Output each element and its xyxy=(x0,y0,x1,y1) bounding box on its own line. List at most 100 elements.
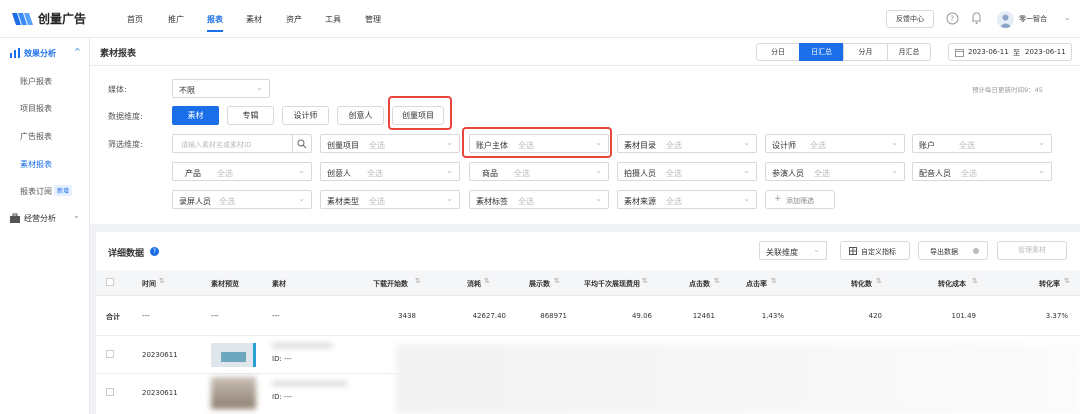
avatar[interactable] xyxy=(997,11,1014,28)
filter-project[interactable]: 创量项目 全选 ⌄ xyxy=(320,134,460,153)
nav-active-indicator xyxy=(207,30,223,32)
sidebar-item-material[interactable]: 素材报表 xyxy=(20,159,52,170)
sort-icon[interactable]: ⇅ xyxy=(972,277,978,285)
col-cost[interactable]: 消耗 xyxy=(467,279,481,289)
search-icon[interactable] xyxy=(297,139,307,149)
col-ctr[interactable]: 点击率 xyxy=(746,279,767,289)
sidebar-item-subscribe[interactable]: 报表订阅 xyxy=(20,186,52,197)
manage-material-button[interactable]: 管理素材 xyxy=(997,241,1067,260)
feedback-button[interactable]: 反馈中心 xyxy=(886,10,934,28)
dimension-album[interactable]: 专辑 xyxy=(227,106,274,125)
new-badge: 新增 xyxy=(54,185,73,196)
sidebar-group-business[interactable]: 经营分析 ⌄ xyxy=(8,211,88,226)
table-total-row: 合计 --- --- --- 3438 42627.40 868971 49.0… xyxy=(96,296,1080,336)
col-clicks[interactable]: 点击数 xyxy=(689,279,710,289)
filter-product[interactable]: 产品 全选 ⌄ xyxy=(172,162,312,181)
sort-icon[interactable]: ⇅ xyxy=(554,277,560,285)
col-impressions[interactable]: 展示数 xyxy=(529,279,550,289)
chevron-down-icon: ⌄ xyxy=(73,211,80,220)
col-material: 素材 xyxy=(272,280,286,288)
sidebar-group-label: 效果分析 xyxy=(24,49,56,58)
sidebar-group-effect[interactable]: 效果分析 ^ xyxy=(8,47,88,61)
custom-metrics-button[interactable]: 自定义指标 xyxy=(840,241,910,260)
dimension-designer[interactable]: 设计师 xyxy=(282,106,329,125)
sort-icon[interactable]: ⇅ xyxy=(415,277,421,285)
filter-creator[interactable]: 创意人 全选 ⌄ xyxy=(320,162,460,181)
chevron-down-icon: ⌄ xyxy=(743,194,750,203)
col-cpa[interactable]: 转化成本 xyxy=(938,279,966,289)
col-conversions[interactable]: 转化数 xyxy=(851,279,872,289)
filter-material-tag[interactable]: 素材标签 全选 ⌄ xyxy=(469,190,609,209)
filter-material-dir[interactable]: 素材目录 全选 ⌄ xyxy=(617,134,757,153)
tab-daily[interactable]: 分日 xyxy=(756,43,800,61)
chevron-down-icon[interactable]: ⌄ xyxy=(1064,13,1071,22)
sidebar-item-ads[interactable]: 广告报表 xyxy=(20,131,52,142)
svg-text:?: ? xyxy=(950,15,954,24)
filter-recorder[interactable]: 录屏人员 全选 ⌄ xyxy=(172,190,312,209)
nav-tools[interactable]: 工具 xyxy=(325,14,341,25)
tab-monthly[interactable]: 分月 xyxy=(843,43,888,61)
total-clicks: 12461 xyxy=(692,312,715,320)
chevron-down-icon: ⌄ xyxy=(1038,166,1045,175)
col-download-start[interactable]: 下载开始数 xyxy=(373,279,408,289)
filter-material-source[interactable]: 素材来源 全选 ⌄ xyxy=(617,190,757,209)
row-checkbox[interactable] xyxy=(106,350,114,358)
nav-material[interactable]: 素材 xyxy=(246,14,262,25)
filter-panel: 媒体: 不限 ⌄ 预计每日更新时间9：45 数据维度: 素材 专辑 设计师 创意… xyxy=(90,66,1080,224)
media-select[interactable]: 不限 ⌄ xyxy=(172,79,270,98)
date-start: 2023-06-11 xyxy=(968,48,1009,56)
dimension-creator[interactable]: 创意人 xyxy=(337,106,384,125)
sidebar-item-account[interactable]: 账户报表 xyxy=(20,76,52,87)
dimension-material[interactable]: 素材 xyxy=(172,106,219,125)
sort-icon[interactable]: ⇅ xyxy=(484,277,490,285)
bell-icon[interactable] xyxy=(970,11,983,25)
brand-logo[interactable]: 创量广告 xyxy=(12,10,86,27)
filter-designer[interactable]: 设计师 全选 ⌄ xyxy=(765,134,905,153)
sort-icon[interactable]: ⇅ xyxy=(771,277,777,285)
sort-icon[interactable]: ⇅ xyxy=(642,277,648,285)
sort-icon[interactable]: ⇅ xyxy=(159,277,165,285)
chevron-down-icon: ⌄ xyxy=(743,166,750,175)
help-icon[interactable]: ? xyxy=(946,12,959,25)
col-cpm[interactable]: 平均千次展现费用 xyxy=(584,279,640,289)
filter-voice[interactable]: 配音人员 全选 ⌄ xyxy=(912,162,1052,181)
nav-reports[interactable]: 报表 xyxy=(207,14,223,25)
total-cost: 42627.40 xyxy=(472,312,506,320)
add-filter-button[interactable]: + 添加筛选 xyxy=(765,190,835,209)
total-cpa: 101.49 xyxy=(951,312,977,320)
tab-monthly-summary[interactable]: 月汇总 xyxy=(887,43,931,61)
filter-account[interactable]: 账户 全选 ⌄ xyxy=(912,134,1052,153)
nav-promote[interactable]: 推广 xyxy=(168,14,184,25)
user-name[interactable]: 零一智合 xyxy=(1019,14,1047,24)
plus-icon: + xyxy=(774,194,782,204)
col-cvr[interactable]: 转化率 xyxy=(1039,279,1060,289)
assoc-dimension-select[interactable]: 关联维度 ⌄ xyxy=(759,241,827,260)
sidebar-item-project[interactable]: 项目报表 xyxy=(20,103,52,114)
filter-material-type[interactable]: 素材类型 全选 ⌄ xyxy=(320,190,460,209)
filter-shooter[interactable]: 拍摄人员 全选 ⌄ xyxy=(617,162,757,181)
row-checkbox[interactable] xyxy=(106,388,114,396)
nav-assets[interactable]: 资产 xyxy=(286,14,302,25)
col-time[interactable]: 时间 xyxy=(142,279,156,289)
page-title: 素材报表 xyxy=(100,49,137,59)
select-all-checkbox[interactable] xyxy=(106,278,114,286)
date-end: 2023-06-11 xyxy=(1025,48,1066,56)
sort-icon[interactable]: ⇅ xyxy=(714,277,720,285)
filter-actor[interactable]: 参演人员 全选 ⌄ xyxy=(765,162,905,181)
sort-icon[interactable]: ⇅ xyxy=(1064,277,1070,285)
filter-goods[interactable]: 商品 全选 ⌄ xyxy=(469,162,609,181)
chevron-down-icon: ⌄ xyxy=(298,194,305,203)
material-name-blurred xyxy=(272,343,332,348)
nav-manage[interactable]: 管理 xyxy=(365,14,381,25)
material-thumbnail[interactable] xyxy=(211,377,256,409)
info-icon[interactable]: ? xyxy=(150,247,159,256)
nav-home[interactable]: 首页 xyxy=(127,14,143,25)
material-thumbnail[interactable] xyxy=(211,343,256,367)
total-conversions: 420 xyxy=(868,312,882,320)
tab-daily-summary[interactable]: 日汇总 xyxy=(799,43,844,61)
material-search-input[interactable]: 请输入素材名或素材ID xyxy=(172,134,312,153)
date-range-picker[interactable]: 2023-06-11 至 2023-06-11 xyxy=(948,43,1072,61)
sort-icon[interactable]: ⇅ xyxy=(876,277,882,285)
export-button[interactable]: 导出数据 xyxy=(918,241,988,260)
chevron-down-icon: ⌄ xyxy=(256,83,263,92)
